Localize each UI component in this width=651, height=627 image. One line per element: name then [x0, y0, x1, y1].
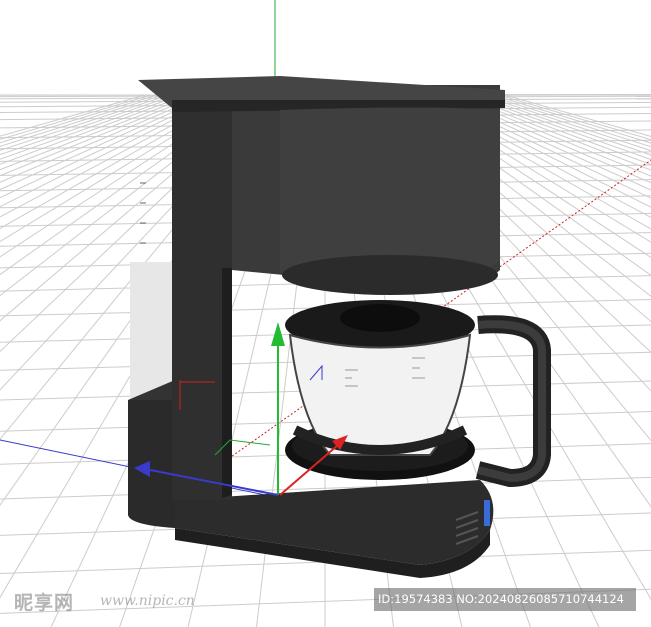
shadow-hatch	[130, 262, 175, 402]
image-id-bar: ID:19574383 NO:20240826085710744124	[374, 588, 636, 611]
scene-canvas[interactable]	[0, 0, 651, 627]
gizmo-y-arrow-icon[interactable]	[271, 322, 285, 346]
3d-viewport[interactable]: 昵享网 www.nipic.cn ID:19574383 NO:20240826…	[0, 0, 651, 627]
coffee-maker-model[interactable]	[128, 76, 551, 578]
watermark-url: www.nipic.cn	[100, 593, 195, 609]
watermark-logo: 昵享网	[14, 592, 75, 614]
